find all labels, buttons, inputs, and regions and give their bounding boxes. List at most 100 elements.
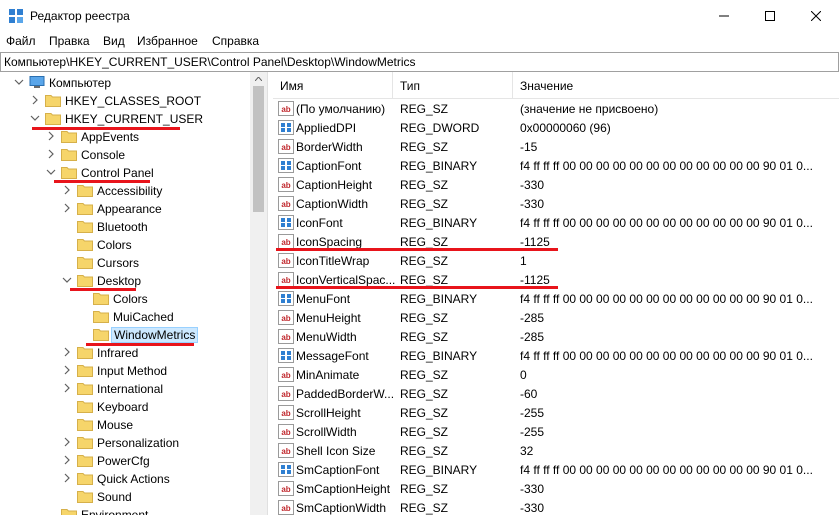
table-row[interactable]: AppliedDPI REG_DWORD 0x00000060 (96) (273, 118, 839, 137)
table-row[interactable]: ab SmCaptionWidth REG_SZ -330 (273, 498, 839, 515)
table-row[interactable]: ab Shell Icon Size REG_SZ 32 (273, 441, 839, 460)
table-row[interactable]: ab SmCaptionHeight REG_SZ -330 (273, 479, 839, 498)
chevron-right-icon[interactable] (62, 365, 72, 375)
chevron-right-icon[interactable] (62, 437, 72, 447)
folder-icon (77, 221, 93, 233)
tree-item-label: WindowMetrics (111, 327, 199, 343)
menu-favorites[interactable]: Избранное (137, 34, 198, 48)
tree-item-label: Компьютер (49, 76, 112, 90)
tree-item[interactable]: Accessibility (0, 182, 250, 200)
string-value-icon: ab (278, 424, 294, 439)
tree-item[interactable]: Keyboard (0, 398, 250, 416)
table-row[interactable]: ab ScrollHeight REG_SZ -255 (273, 403, 839, 422)
table-row[interactable]: ab ScrollWidth REG_SZ -255 (273, 422, 839, 441)
tree-item[interactable]: Environment (0, 506, 250, 515)
scroll-up-arrow[interactable] (250, 72, 267, 86)
svg-text:ab: ab (281, 371, 290, 380)
tree-item[interactable]: Appearance (0, 200, 250, 218)
table-row[interactable]: ab PaddedBorderW... REG_SZ -60 (273, 384, 839, 403)
table-row[interactable]: ab IconTitleWrap REG_SZ 1 (273, 251, 839, 270)
chevron-down-icon[interactable] (14, 77, 24, 87)
cell-type: REG_BINARY (400, 216, 478, 230)
tree-item[interactable]: HKEY_CURRENT_USER (0, 110, 250, 128)
chevron-down-icon[interactable] (46, 167, 56, 177)
table-row[interactable]: ab BorderWidth REG_SZ -15 (273, 137, 839, 156)
table-row[interactable]: CaptionFont REG_BINARY f4 ff ff ff 00 00 0… (273, 156, 839, 175)
cell-value: -330 (520, 501, 545, 515)
column-header-name[interactable]: Имя (273, 72, 393, 99)
string-value-icon: ab (278, 272, 294, 287)
string-value-icon: ab (278, 177, 294, 192)
tree-item-label: Colors (113, 292, 148, 306)
maximize-button[interactable] (747, 0, 793, 32)
menu-edit[interactable]: Правка (49, 34, 90, 48)
chevron-down-icon[interactable] (30, 113, 40, 123)
tree-item[interactable]: Personalization (0, 434, 250, 452)
folder-icon (77, 491, 93, 503)
chevron-right-icon[interactable] (62, 383, 72, 393)
folder-icon (77, 437, 93, 449)
chevron-right-icon[interactable] (62, 203, 72, 213)
chevron-down-icon[interactable] (62, 275, 72, 285)
cell-value: 0 (520, 368, 527, 382)
tree-item-label: Personalization (97, 436, 180, 450)
cell-name: IconSpacing (296, 235, 363, 249)
tree-item[interactable]: PowerCfg (0, 452, 250, 470)
chevron-right-icon[interactable] (62, 473, 72, 483)
cell-name: SmCaptionHeight (296, 482, 391, 496)
menu-help[interactable]: Справка (212, 34, 259, 48)
table-row[interactable]: ab MinAnimate REG_SZ 0 (273, 365, 839, 384)
chevron-right-icon[interactable] (62, 185, 72, 195)
chevron-right-icon[interactable] (30, 95, 40, 105)
tree-item[interactable]: Colors (0, 236, 250, 254)
tree-item-label: Control Panel (81, 166, 154, 180)
tree-item[interactable]: MuiCached (0, 308, 250, 326)
menu-file[interactable]: Файл (6, 34, 36, 48)
svg-text:ab: ab (281, 485, 290, 494)
tree-item[interactable]: International (0, 380, 250, 398)
svg-text:ab: ab (281, 428, 290, 437)
minimize-button[interactable] (701, 0, 747, 32)
table-row[interactable]: IconFont REG_BINARY f4 ff ff ff 00 00 00 0… (273, 213, 839, 232)
tree-item[interactable]: HKEY_CLASSES_ROOT (0, 92, 250, 110)
tree-item[interactable]: Console (0, 146, 250, 164)
tree-item-label: AppEvents (81, 130, 140, 144)
chevron-right-icon[interactable] (46, 131, 56, 141)
tree-item[interactable]: Mouse (0, 416, 250, 434)
table-row[interactable]: SmCaptionFont REG_BINARY f4 ff ff ff 00 00… (273, 460, 839, 479)
chevron-right-icon[interactable] (46, 149, 56, 159)
table-row[interactable]: ab MenuHeight REG_SZ -285 (273, 308, 839, 327)
table-row[interactable]: ab MenuWidth REG_SZ -285 (273, 327, 839, 346)
table-row[interactable]: MenuFont REG_BINARY f4 ff ff ff 00 00 00 0… (273, 289, 839, 308)
address-bar[interactable]: Компьютер\HKEY_CURRENT_USER\Control Pane… (0, 52, 839, 72)
tree-item[interactable]: Компьютер (0, 74, 250, 92)
tree-item[interactable]: Bluetooth (0, 218, 250, 236)
cell-type: REG_SZ (400, 368, 449, 382)
string-value-icon: ab (278, 500, 294, 515)
scroll-thumb[interactable] (253, 86, 264, 212)
tree-item-label: Console (81, 148, 126, 162)
chevron-right-icon[interactable] (62, 455, 72, 465)
address-path: Компьютер\HKEY_CURRENT_USER\Control Pane… (4, 55, 416, 69)
tree-item[interactable]: Sound (0, 488, 250, 506)
close-button[interactable] (793, 0, 839, 32)
tree-item[interactable]: WindowMetrics (0, 326, 250, 344)
tree-item[interactable]: AppEvents (0, 128, 250, 146)
tree-item[interactable]: Input Method (0, 362, 250, 380)
window-title: Редактор реестра (30, 9, 130, 23)
cell-name: (По умолчанию) (296, 102, 386, 116)
table-row[interactable]: ab CaptionWidth REG_SZ -330 (273, 194, 839, 213)
highlight-underline (32, 127, 180, 130)
tree-item[interactable]: Quick Actions (0, 470, 250, 488)
column-header-value[interactable]: Значение (513, 72, 839, 99)
tree-item[interactable]: Colors (0, 290, 250, 308)
table-row[interactable]: MessageFont REG_BINARY f4 ff ff ff 00 00 0… (273, 346, 839, 365)
chevron-right-icon[interactable] (62, 347, 72, 357)
column-header-type[interactable]: Тип (393, 72, 513, 99)
tree-item[interactable]: Infrared (0, 344, 250, 362)
tree-scrollbar[interactable] (250, 72, 267, 515)
table-row[interactable]: ab (По умолчанию) REG_SZ (значение не присв… (273, 99, 839, 118)
table-row[interactable]: ab CaptionHeight REG_SZ -330 (273, 175, 839, 194)
tree-item[interactable]: Cursors (0, 254, 250, 272)
menu-view[interactable]: Вид (103, 34, 125, 48)
